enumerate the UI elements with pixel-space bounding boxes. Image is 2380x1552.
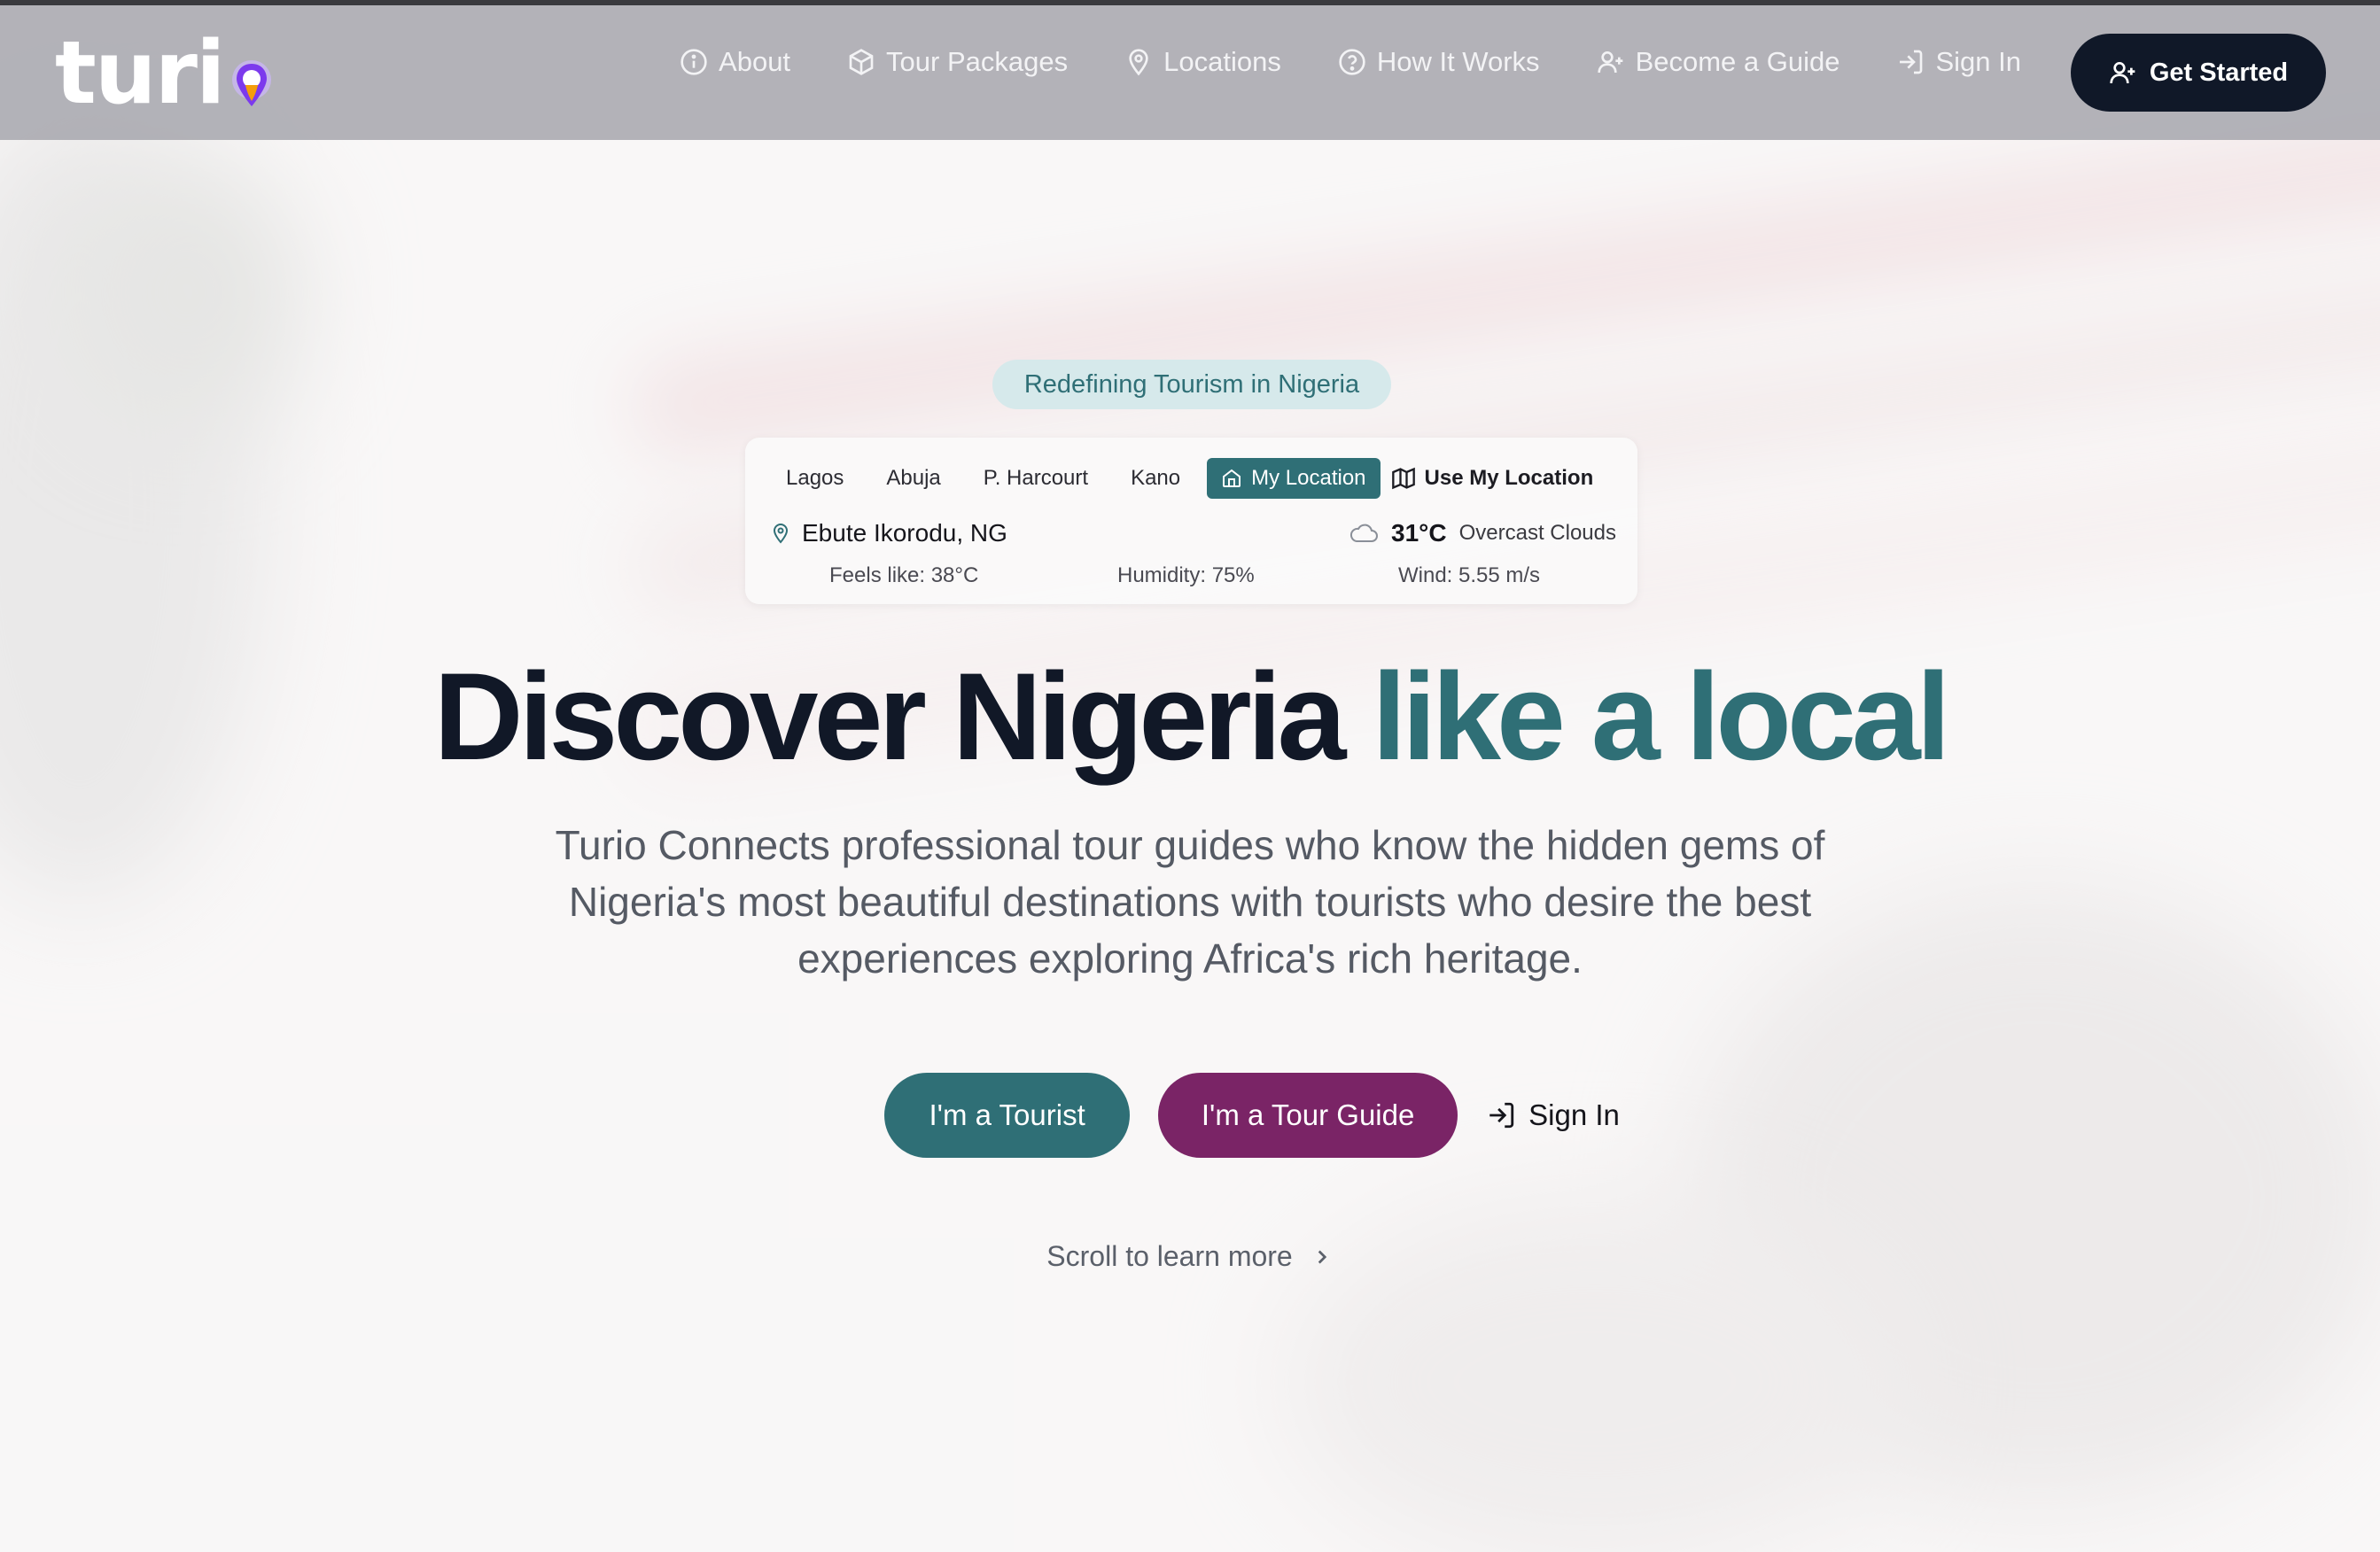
logo-text: turi [55,23,226,124]
tab-my-location[interactable]: My Location [1207,458,1381,499]
logo[interactable]: turi [55,23,274,124]
feels-like: Feels like: 38°C [829,563,979,587]
current-temperature: 31°C Overcast Clouds [1349,519,1616,547]
scroll-hint[interactable]: Scroll to learn more [0,1240,2380,1273]
log-in-icon [1489,1102,1514,1129]
nav-tour-packages[interactable]: Tour Packages [847,46,1068,78]
tour-guide-button[interactable]: I'm a Tour Guide [1158,1073,1458,1158]
hero-cta-row: I'm a Tourist I'm a Tour Guide Sign In [0,1073,2380,1158]
log-in-icon [1900,50,1923,74]
nav-locations-label: Locations [1163,46,1281,77]
info-icon [681,49,707,75]
home-icon [1223,469,1241,487]
get-started-button[interactable]: Get Started [2071,34,2326,112]
tab-kano[interactable]: Kano [1109,458,1202,499]
weather-description: Overcast Clouds [1458,521,1616,545]
location-tabs: Lagos Abuja P. Harcourt Kano My Location… [765,458,1593,499]
current-place: Ebute Ikorodu, NG [770,519,1007,547]
hero-headline: Discover Nigeria like a local [0,641,2380,792]
nav-become-a-guide-label: Become a Guide [1635,46,1840,77]
weather-widget: Lagos Abuja P. Harcourt Kano My Location… [745,438,1637,604]
user-plus-icon [1597,51,1622,74]
hero-sign-in-label: Sign In [1528,1098,1620,1131]
help-circle-icon [1339,49,1365,75]
nav-sign-in-label: Sign In [1935,46,2021,77]
humidity: Humidity: 75% [1117,563,1255,587]
use-my-location-button[interactable]: Use My Location [1391,466,1594,491]
location-pin-logo-icon [229,58,274,113]
wind-speed: Wind: 5.55 m/s [1398,563,1541,587]
headline-main: Discover Nigeria [433,647,1346,786]
hero-subtitle: Turio Connects professional tour guides … [555,822,1825,982]
user-plus-icon [2110,62,2135,84]
temperature-value: 31°C [1391,519,1447,547]
chevron-right-icon [1318,1250,1326,1263]
map-icon [1391,467,1415,490]
hero-sign-in-button[interactable]: Sign In [1486,1098,1620,1132]
scroll-hint-label: Scroll to learn more [1046,1240,1293,1272]
tab-my-location-label: My Location [1251,466,1366,490]
nav-links: About Tour Packages Locations How It Wor… [680,46,2021,78]
tab-port-harcourt[interactable]: P. Harcourt [962,458,1109,499]
nav-sign-in[interactable]: Sign In [1896,46,2021,78]
nav-about[interactable]: About [680,46,790,78]
package-icon [849,49,874,75]
tourist-button[interactable]: I'm a Tourist [884,1073,1131,1158]
tab-lagos[interactable]: Lagos [765,458,865,499]
nav-about-label: About [719,46,791,77]
place-name: Ebute Ikorodu, NG [802,519,1007,547]
map-pin-icon [773,524,789,544]
get-started-label: Get Started [2149,58,2289,87]
hero-badge: Redefining Tourism in Nigeria [992,360,1391,409]
nav-locations[interactable]: Locations [1124,46,1281,78]
nav-tour-packages-label: Tour Packages [886,46,1069,77]
headline-accent: like a local [1372,647,1950,786]
window-top-border [0,0,2380,5]
map-pin-icon [1129,49,1148,76]
tab-abuja[interactable]: Abuja [865,458,961,499]
use-my-location-label: Use My Location [1424,466,1594,490]
nav-become-a-guide[interactable]: Become a Guide [1597,46,1840,78]
nav-how-it-works[interactable]: How It Works [1338,46,1540,78]
nav-how-it-works-label: How It Works [1376,46,1540,77]
navbar: turi About Tour Packages Locations How I… [0,5,2380,140]
cloud-icon [1349,524,1379,542]
